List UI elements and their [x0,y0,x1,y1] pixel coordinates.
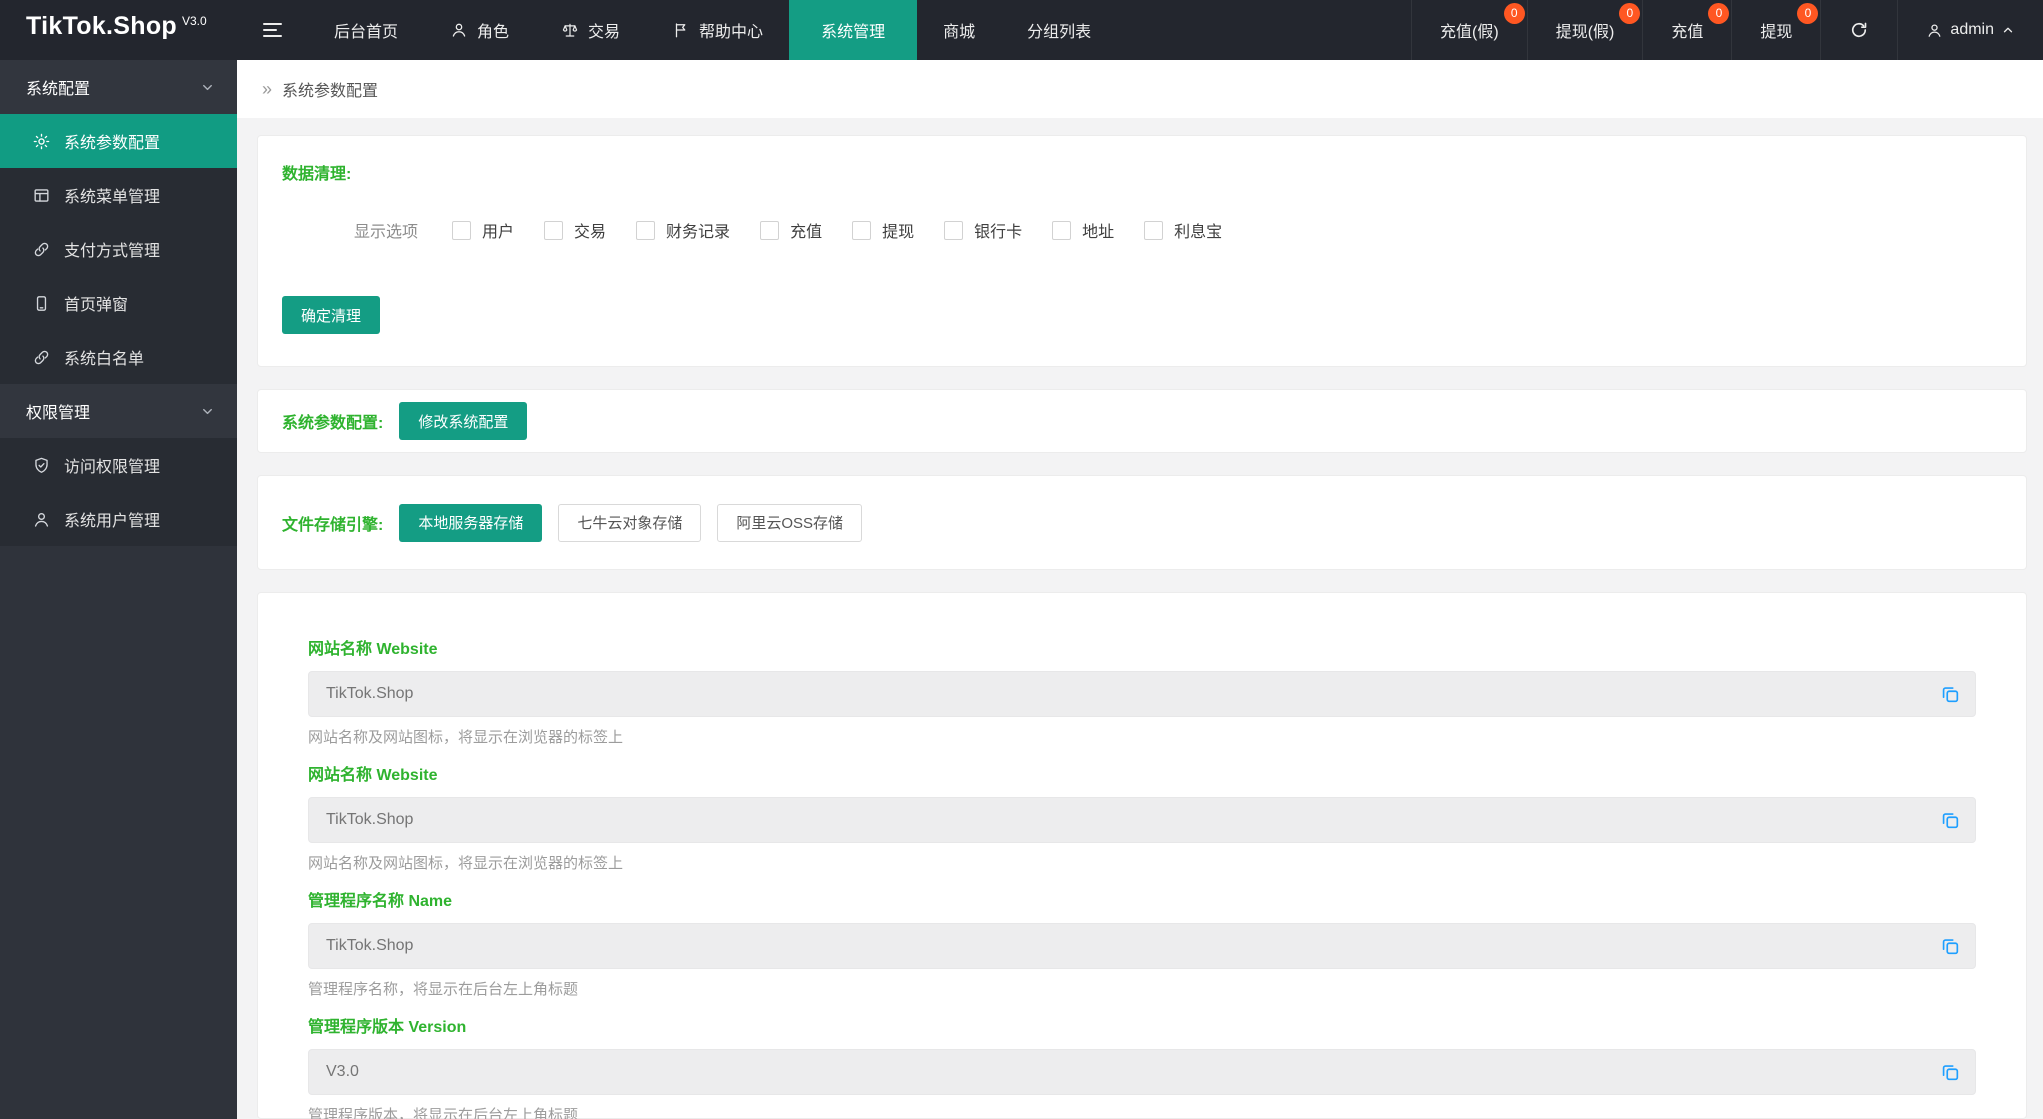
sidebar-toggle-button[interactable] [237,0,308,60]
field-label: 管理程序名称 Name [308,893,453,910]
nav-item-withdraw-fake[interactable]: 提现(假) 0 [1526,0,1643,60]
sidebar-item-access-permissions[interactable]: 访问权限管理 [0,438,237,492]
checkbox-bank-card[interactable] [944,220,964,240]
sidebar-item-whitelist[interactable]: 系统白名单 [0,330,237,384]
options-row-label: 显示选项 [354,224,419,241]
chevron-up-icon [2001,23,2015,37]
checkbox-withdraw[interactable] [852,220,872,240]
admin-name-input [308,923,1976,969]
field-help: 管理程序版本，将显示在后台左上角标题 [308,1107,579,1119]
refresh-icon [1849,20,1869,40]
copy-icon[interactable] [1939,935,1961,957]
link-icon [32,240,51,259]
sidebar-section-permissions[interactable]: 权限管理 [0,384,237,438]
field-label: 管理程序版本 Version [308,1019,467,1036]
chevron-down-icon [200,404,215,419]
copy-icon[interactable] [1939,683,1961,705]
nav-item-dashboard[interactable]: 后台首页 [308,0,424,60]
nav-item-roles[interactable]: 角色 [424,0,535,60]
refresh-button[interactable] [1820,0,1897,60]
storage-aliyun-button[interactable]: 阿里云OSS存储 [717,503,863,542]
website-name-field-2: 网站名称 Website 网站名称及网站图标，将显示在浏览器的标签上 [308,761,1976,873]
app-logo: TikTok.Shop V3.0 [0,0,237,60]
gear-icon [32,132,51,151]
top-navbar: TikTok.Shop V3.0 后台首页 角色 交易 帮助中心 系统管理 商城… [0,0,2043,60]
person-icon [450,21,468,39]
storage-engine-label: 文件存储引擎: [282,516,384,534]
app-version: V3.0 [182,14,207,28]
sidebar: 系统配置 系统参数配置 系统菜单管理 支付方式管理 首页弹窗 系统白名单 权限管… [0,60,237,1119]
breadcrumb: » 系统参数配置 [237,60,2043,118]
field-label: 网站名称 Website [308,767,438,784]
field-help: 管理程序名称，将显示在后台左上角标题 [308,981,579,998]
nav-item-group-list[interactable]: 分组列表 [1001,0,1117,60]
website-name-input-2 [308,797,1976,843]
username: admin [1950,21,1994,38]
flag-icon [672,21,690,39]
admin-name-field: 管理程序名称 Name 管理程序名称，将显示在后台左上角标题 [308,887,1976,999]
nav-item-recharge[interactable]: 充值 0 [1642,0,1731,60]
user-icon [32,510,51,529]
sidebar-item-payment-methods[interactable]: 支付方式管理 [0,222,237,276]
sidebar-item-system-users[interactable]: 系统用户管理 [0,492,237,546]
scales-icon [561,21,579,39]
data-clean-card: 数据清理: 显示选项 用户 交易 财务记录 充值 提现 银行卡 地址 利息宝 确… [257,135,2027,367]
sidebar-section-system-config[interactable]: 系统配置 [0,60,237,114]
link-icon [32,348,51,367]
field-help: 网站名称及网站图标，将显示在浏览器的标签上 [308,855,624,872]
sidebar-item-home-popup[interactable]: 首页弹窗 [0,276,237,330]
user-menu[interactable]: admin [1897,0,2043,60]
recharge-fake-badge: 0 [1503,3,1525,24]
data-clean-title: 数据清理: [282,166,352,183]
storage-qiniu-button[interactable]: 七牛云对象存储 [558,503,702,542]
page-title: 系统参数配置 [282,83,379,100]
breadcrumb-symbol: » [262,78,273,99]
checkbox-users[interactable] [452,220,472,240]
nav-item-system-management[interactable]: 系统管理 [789,0,918,60]
withdraw-fake-badge: 0 [1619,3,1641,24]
nav-item-withdraw[interactable]: 提现 0 [1731,0,1820,60]
website-name-input-1 [308,671,1976,717]
nav-item-help-center[interactable]: 帮助中心 [646,0,789,60]
navbar-right: 充值(假) 0 提现(假) 0 充值 0 提现 0 admin [1411,0,2043,60]
nav-item-mall[interactable]: 商城 [917,0,1001,60]
copy-icon[interactable] [1939,1061,1961,1083]
system-param-label: 系统参数配置: [282,415,384,432]
chevron-down-icon [200,80,215,95]
recharge-badge: 0 [1708,3,1730,24]
app-title: TikTok.Shop [26,12,177,40]
nav-item-recharge-fake[interactable]: 充值(假) 0 [1411,0,1527,60]
version-field: 管理程序版本 Version 管理程序版本，将显示在后台左上角标题 [308,1013,1976,1119]
settings-form-card: 网站名称 Website 网站名称及网站图标，将显示在浏览器的标签上 网站名称 … [257,592,2027,1119]
version-input [308,1049,1976,1095]
field-help: 网站名称及网站图标，将显示在浏览器的标签上 [308,729,624,746]
user-icon [1926,22,1943,39]
window-icon [32,186,51,205]
website-name-field-1: 网站名称 Website 网站名称及网站图标，将显示在浏览器的标签上 [308,635,1976,747]
copy-icon[interactable] [1939,809,1961,831]
sidebar-item-system-params[interactable]: 系统参数配置 [0,114,237,168]
modify-system-config-button[interactable]: 修改系统配置 [399,402,528,440]
field-label: 网站名称 Website [308,641,438,658]
nav-item-transactions[interactable]: 交易 [535,0,646,60]
checkbox-financial-records[interactable] [636,220,656,240]
checkbox-interest[interactable] [1144,220,1164,240]
checkbox-recharge[interactable] [760,220,780,240]
data-clean-options: 显示选项 用户 交易 财务记录 充值 提现 银行卡 地址 利息宝 [354,218,2002,242]
shield-check-icon [32,456,51,475]
checkbox-address[interactable] [1052,220,1072,240]
storage-engine-card: 文件存储引擎: 本地服务器存储 七牛云对象存储 阿里云OSS存储 [257,475,2027,570]
hamburger-icon [263,23,282,37]
storage-local-button[interactable]: 本地服务器存储 [399,503,543,542]
checkbox-trades[interactable] [544,220,564,240]
confirm-clean-button[interactable]: 确定清理 [282,296,381,334]
system-param-card: 系统参数配置: 修改系统配置 [257,389,2027,453]
admin-app: TikTok.Shop V3.0 后台首页 角色 交易 帮助中心 系统管理 商城… [0,0,2043,1119]
withdraw-badge: 0 [1797,3,1819,24]
mobile-icon [32,294,51,313]
sidebar-item-system-menu[interactable]: 系统菜单管理 [0,168,237,222]
